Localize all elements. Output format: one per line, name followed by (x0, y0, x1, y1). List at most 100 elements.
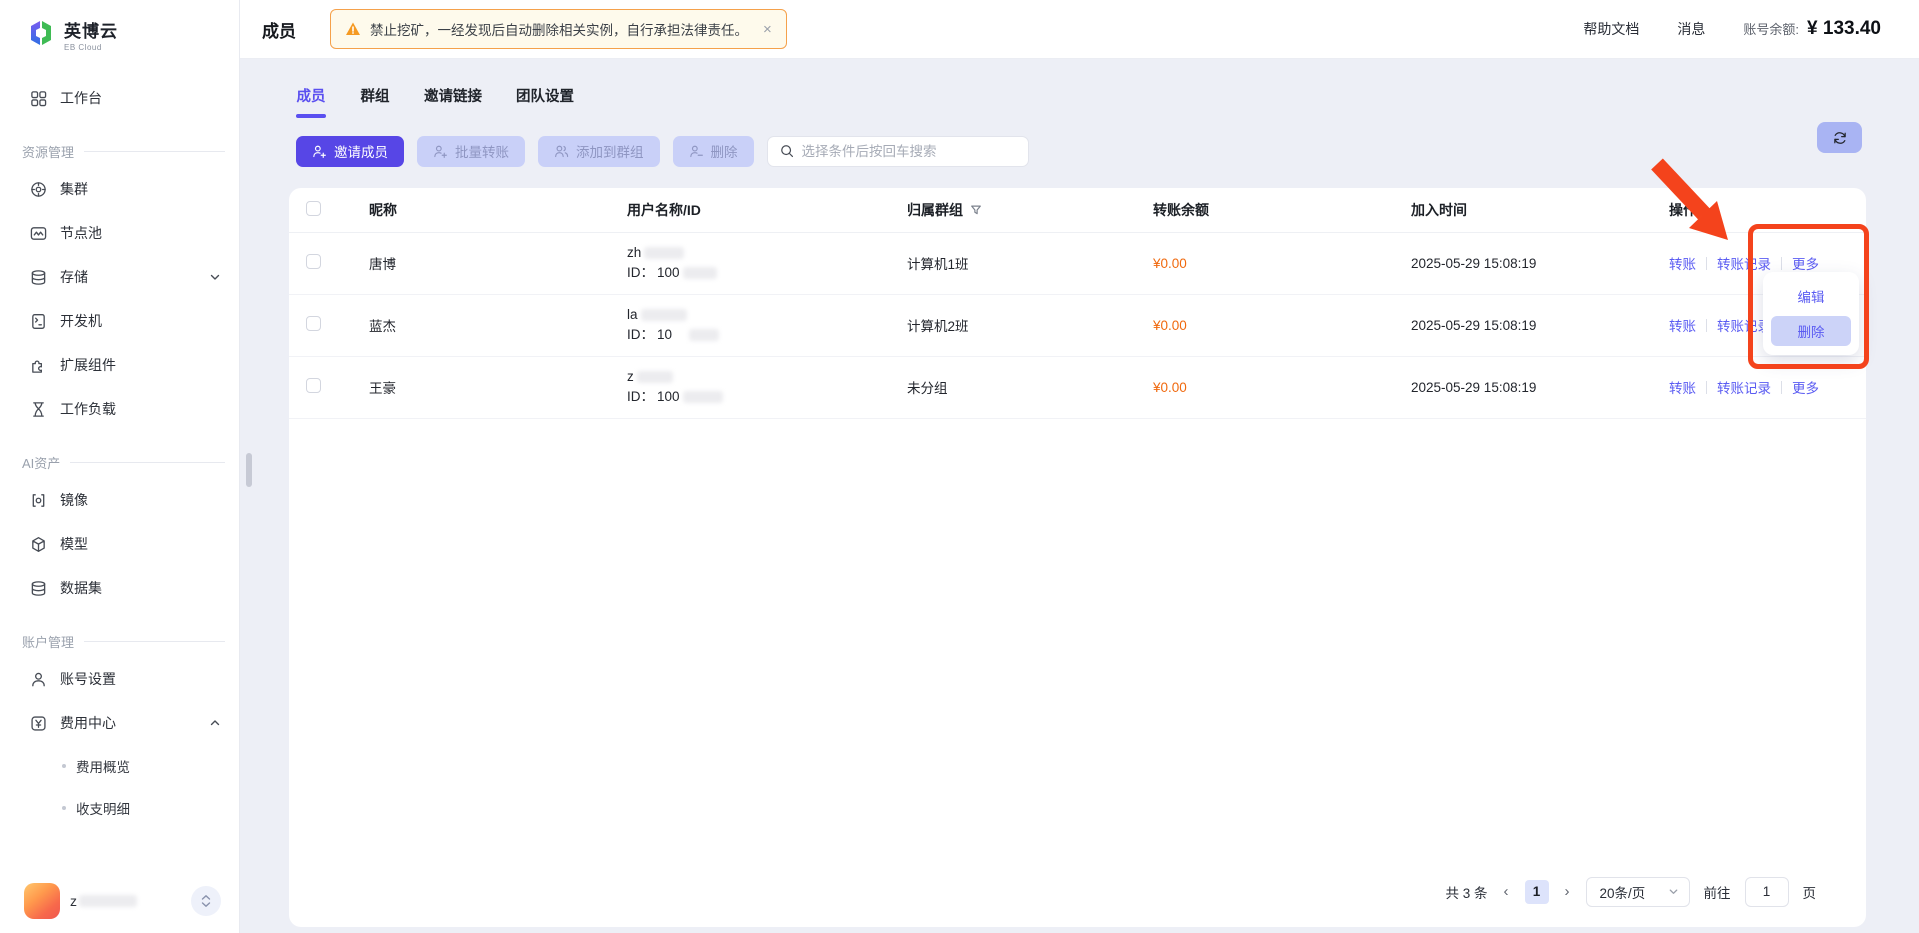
chevron-up-icon (209, 717, 221, 729)
cell-group: 未分组 (907, 377, 1153, 397)
transfer-records-link[interactable]: 转账记录 (1717, 377, 1771, 397)
filter-icon[interactable] (970, 204, 982, 216)
col-balance: 转账余额 (1153, 200, 1411, 220)
tab-members[interactable]: 成员 (296, 85, 326, 118)
account-switcher-button[interactable] (191, 886, 221, 916)
help-docs-link[interactable]: 帮助文档 (1583, 19, 1639, 39)
more-actions-dropdown: 编辑 删除 (1763, 272, 1859, 355)
close-icon[interactable]: × (763, 21, 772, 38)
sidebar-item-workbench[interactable]: 工作台 (0, 76, 239, 120)
table-row: 蓝杰 la ID：10 计算机2班 ¥0.00 2025-05-29 15:08… (289, 295, 1866, 357)
sidebar-item-dev-machine[interactable]: 开发机 (0, 299, 239, 343)
add-to-group-button[interactable]: 添加到群组 (538, 136, 660, 167)
sidebar-subitem-transactions[interactable]: 收支明细 (0, 787, 239, 829)
tab-groups[interactable]: 群组 (360, 85, 390, 118)
tab-team-settings[interactable]: 团队设置 (516, 85, 574, 118)
transfer-records-link[interactable]: 转账记录 (1717, 253, 1771, 273)
sidebar-item-node-pool[interactable]: 节点池 (0, 211, 239, 255)
balance-value: ¥ 133.40 (1807, 18, 1881, 40)
search-input[interactable] (802, 144, 1016, 159)
cell-nickname: 唐博 (369, 253, 627, 273)
sidebar-item-billing-center[interactable]: 费用中心 (0, 701, 239, 745)
row-checkbox[interactable] (306, 316, 321, 331)
storage-icon (30, 269, 47, 286)
invite-member-button[interactable]: 邀请成员 (296, 136, 404, 167)
messages-link[interactable]: 消息 (1677, 19, 1705, 39)
current-page[interactable]: 1 (1525, 880, 1549, 904)
col-group: 归属群组 (907, 200, 963, 220)
members-table-card: 昵称 用户名称/ID 归属群组 转账余额 加入时间 操作 唐博 (289, 188, 1866, 927)
chevron-down-icon (1668, 886, 1679, 897)
sidebar-item-extensions[interactable]: 扩展组件 (0, 343, 239, 387)
goto-page-input[interactable] (1745, 877, 1789, 907)
sidebar-item-models[interactable]: 模型 (0, 522, 239, 566)
row-checkbox[interactable] (306, 254, 321, 269)
warning-banner: 禁止挖矿，一经发现后自动删除相关实例，自行承担法律责任。 × (330, 9, 787, 49)
sidebar-item-images[interactable]: 镜像 (0, 478, 239, 522)
refresh-button[interactable] (1817, 122, 1862, 153)
active-tab-underline (296, 114, 326, 118)
prev-page-button[interactable]: ‹ (1502, 883, 1511, 900)
tab-invite-links[interactable]: 邀请链接 (424, 85, 482, 118)
chevron-down-icon (209, 271, 221, 283)
grid-icon (30, 90, 47, 107)
billing-icon (30, 715, 47, 732)
cell-username-id: z ID：100 (627, 367, 907, 407)
main-area: 成员 禁止挖矿，一经发现后自动删除相关实例，自行承担法律责任。 × 帮助文档 消… (240, 0, 1919, 933)
sidebar-item-workload[interactable]: 工作负载 (0, 387, 239, 431)
delete-members-button[interactable]: 删除 (673, 136, 754, 167)
sidebar-section-resources: 资源管理 (22, 142, 239, 161)
avatar[interactable] (24, 883, 60, 919)
brand-cube-icon (26, 19, 56, 49)
dropdown-delete-item[interactable]: 删除 (1771, 316, 1851, 346)
sidebar-item-label: 镜像 (60, 490, 88, 510)
cell-username-id: zh ID：100 (627, 243, 907, 283)
tab-bar: 成员 群组 邀请链接 团队设置 (240, 59, 1919, 118)
bullet-dot (62, 764, 66, 768)
select-all-checkbox[interactable] (306, 201, 321, 216)
sidebar-item-cluster[interactable]: 集群 (0, 167, 239, 211)
action-separator (1706, 381, 1707, 394)
banner-text: 禁止挖矿，一经发现后自动删除相关实例，自行承担法律责任。 (370, 19, 748, 39)
brand-subtitle: EB Cloud (64, 43, 118, 52)
col-actions: 操作 (1669, 200, 1866, 220)
pagination: 共 3 条 ‹ 1 › 20条/页 前往 页 (1445, 877, 1816, 907)
transfer-link[interactable]: 转账 (1669, 377, 1696, 397)
sidebar-item-account-settings[interactable]: 账号设置 (0, 657, 239, 701)
image-icon (30, 492, 47, 509)
col-nickname: 昵称 (369, 200, 627, 220)
goto-label: 前往 (1704, 882, 1731, 902)
cell-username-id: la ID：10 (627, 305, 907, 345)
sidebar: 英博云 EB Cloud 工作台 资源管理 集群 (0, 0, 240, 933)
balance-label: 账号余额: (1743, 19, 1799, 38)
cell-balance: ¥0.00 (1153, 318, 1411, 333)
scrollbar-thumb[interactable] (246, 453, 252, 487)
row-checkbox[interactable] (306, 378, 321, 393)
more-link[interactable]: 更多 (1792, 253, 1819, 273)
next-page-button[interactable]: › (1563, 883, 1572, 900)
page-size-select[interactable]: 20条/页 (1586, 877, 1690, 907)
app-root: 英博云 EB Cloud 工作台 资源管理 集群 (0, 0, 1919, 933)
col-username-id: 用户名称/ID (627, 200, 907, 220)
cell-nickname: 蓝杰 (369, 315, 627, 335)
sidebar-subitem-billing-overview[interactable]: 费用概览 (0, 745, 239, 787)
action-separator (1781, 257, 1782, 270)
cell-balance: ¥0.00 (1153, 256, 1411, 271)
more-link[interactable]: 更多 (1792, 377, 1819, 397)
sidebar-section-ai-assets: AI资产 (22, 453, 239, 472)
table-header-row: 昵称 用户名称/ID 归属群组 转账余额 加入时间 操作 (289, 188, 1866, 233)
sidebar-item-label: 工作负载 (60, 399, 116, 419)
batch-transfer-button[interactable]: 批量转账 (417, 136, 525, 167)
workload-icon (30, 401, 47, 418)
sidebar-item-storage[interactable]: 存储 (0, 255, 239, 299)
action-separator (1706, 257, 1707, 270)
redacted-user-name (79, 895, 137, 907)
sidebar-section-account: 账户管理 (22, 632, 239, 651)
total-count: 共 3 条 (1445, 882, 1487, 902)
transfer-link[interactable]: 转账 (1669, 253, 1696, 273)
brand-name: 英博云 (64, 17, 118, 42)
dropdown-edit-item[interactable]: 编辑 (1771, 281, 1851, 311)
sidebar-user: z (0, 883, 239, 919)
sidebar-item-datasets[interactable]: 数据集 (0, 566, 239, 610)
transfer-link[interactable]: 转账 (1669, 315, 1696, 335)
